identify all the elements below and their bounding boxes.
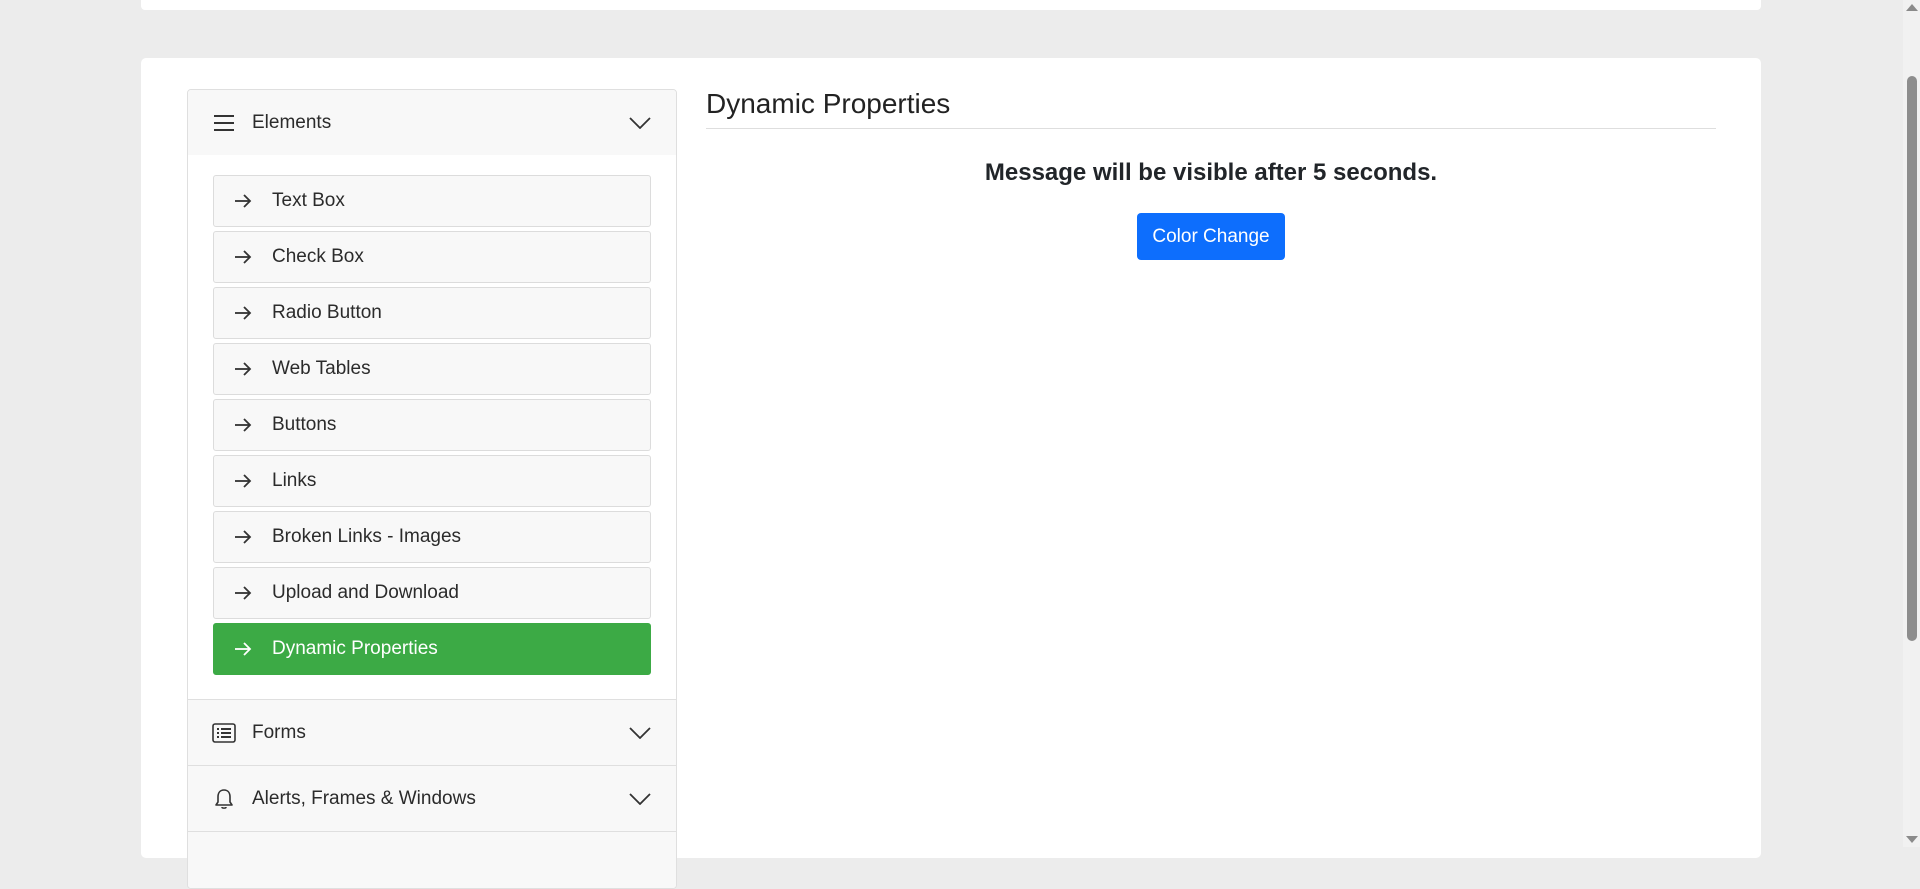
elements-menu-list: Text Box Check Box Radio Button Web Tabl…: [188, 155, 676, 699]
scroll-down-arrow-icon[interactable]: [1906, 836, 1918, 843]
menu-item-text-box[interactable]: Text Box: [213, 175, 651, 227]
menu-item-radio-button[interactable]: Radio Button: [213, 287, 651, 339]
group-header-elements[interactable]: Elements: [188, 90, 676, 155]
menu-item-label: Dynamic Properties: [272, 638, 438, 659]
menu-item-dynamic-properties[interactable]: Dynamic Properties: [213, 623, 651, 675]
menu-item-label: Links: [272, 470, 317, 491]
main-content: Dynamic Properties Message will be visib…: [706, 88, 1716, 260]
arrow-right-icon: [232, 246, 254, 268]
menu-item-broken-links-images[interactable]: Broken Links - Images: [213, 511, 651, 563]
vertical-scrollbar[interactable]: [1903, 0, 1920, 847]
color-change-button[interactable]: Color Change: [1137, 213, 1285, 260]
menu-item-label: Text Box: [272, 190, 345, 211]
scroll-up-arrow-icon[interactable]: [1906, 4, 1918, 11]
arrow-right-icon: [232, 190, 254, 212]
chevron-down-icon[interactable]: [628, 787, 652, 811]
bell-icon: [212, 787, 236, 811]
group-label-elements: Elements: [252, 111, 332, 133]
arrow-right-icon: [232, 358, 254, 380]
hamburger-icon: [212, 111, 236, 135]
menu-item-links[interactable]: Links: [213, 455, 651, 507]
arrow-right-icon: [232, 470, 254, 492]
menu-item-label: Check Box: [272, 246, 364, 267]
chevron-down-icon[interactable]: [628, 111, 652, 135]
menu-item-buttons[interactable]: Buttons: [213, 399, 651, 451]
arrow-right-icon: [232, 582, 254, 604]
menu-item-label: Radio Button: [272, 302, 382, 323]
group-label-forms: Forms: [252, 721, 306, 743]
menu-item-label: Broken Links - Images: [272, 526, 462, 547]
button-wrapper: Color Change: [706, 213, 1716, 260]
group-header-forms[interactable]: Forms: [188, 700, 676, 765]
menu-item-label: Upload and Download: [272, 582, 459, 603]
arrow-right-icon: [232, 526, 254, 548]
group-header-next[interactable]: [188, 832, 676, 888]
menu-item-upload-and-download[interactable]: Upload and Download: [213, 567, 651, 619]
menu-item-web-tables[interactable]: Web Tables: [213, 343, 651, 395]
group-label-alerts-frames-windows: Alerts, Frames & Windows: [252, 787, 476, 809]
dynamic-message: Message will be visible after 5 seconds.: [984, 159, 1438, 186]
chevron-down-icon[interactable]: [628, 721, 652, 745]
header-card-bottom: [141, 0, 1761, 10]
left-panel: Elements Text Box Check Box Radio Button…: [187, 89, 677, 889]
page-title: Dynamic Properties: [706, 88, 1716, 129]
menu-item-check-box[interactable]: Check Box: [213, 231, 651, 283]
menu-item-label: Web Tables: [272, 358, 371, 379]
group-header-alerts-frames-windows[interactable]: Alerts, Frames & Windows: [188, 766, 676, 831]
main-card: Elements Text Box Check Box Radio Button…: [141, 58, 1761, 889]
scrollbar-thumb[interactable]: [1907, 76, 1917, 641]
arrow-right-icon: [232, 638, 254, 660]
arrow-right-icon: [232, 302, 254, 324]
menu-item-label: Buttons: [272, 414, 337, 435]
arrow-right-icon: [232, 414, 254, 436]
list-icon: [212, 721, 236, 745]
